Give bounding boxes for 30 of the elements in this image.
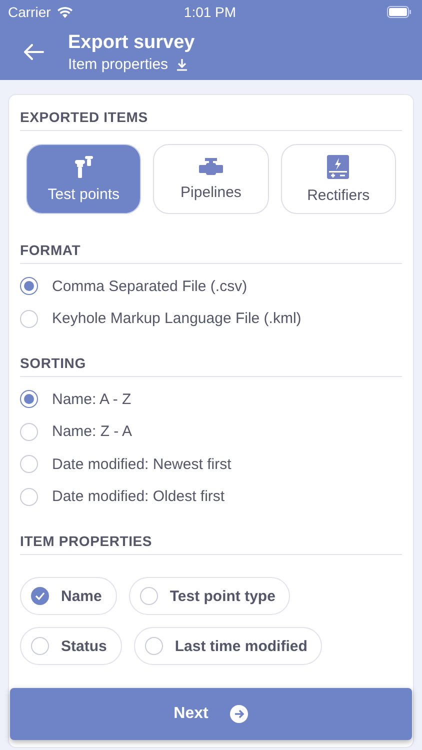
status-time: 1:01 PM (184, 4, 236, 20)
radio-option[interactable]: Comma Separated File (.csv) (20, 270, 248, 302)
item-type-button[interactable]: Rectifiers (280, 144, 396, 214)
next-button[interactable]: Next (10, 688, 412, 740)
property-chip[interactable]: Name (20, 577, 117, 615)
back-icon[interactable] (24, 44, 44, 60)
screen-title: Export survey (68, 32, 195, 54)
item-type-button[interactable]: Test points (26, 144, 142, 214)
screen-subtitle: Item properties (68, 56, 168, 72)
radio-option[interactable]: Date modified: Oldest first (20, 480, 225, 513)
property-chip[interactable]: Last time modified (134, 627, 322, 665)
property-chip[interactable]: Status (20, 627, 122, 665)
section-title: SORTING (20, 341, 402, 377)
wifi-icon (56, 6, 73, 18)
arrow-right-icon (230, 705, 248, 723)
battery-icon (386, 6, 412, 18)
section-title: ITEM PROPERTIES (20, 519, 402, 555)
radio-option[interactable]: Name: Z - A (20, 416, 132, 448)
radio-option[interactable]: Keyhole Markup Language File (.kml) (20, 302, 302, 335)
section-title: FORMAT (20, 228, 402, 264)
download-icon (176, 58, 188, 70)
item-type-button[interactable]: Pipelines (153, 144, 269, 214)
section-title: EXPORTED ITEMS (20, 95, 402, 131)
test-point-icon (74, 156, 94, 178)
property-chip[interactable]: Test point type (128, 577, 290, 615)
rectifier-icon (327, 154, 350, 178)
carrier-label: Carrier (8, 4, 51, 20)
radio-option[interactable]: Name: A - Z (20, 383, 132, 416)
radio-option[interactable]: Date modified: Newest first (20, 448, 232, 480)
pipeline-icon (198, 158, 223, 176)
